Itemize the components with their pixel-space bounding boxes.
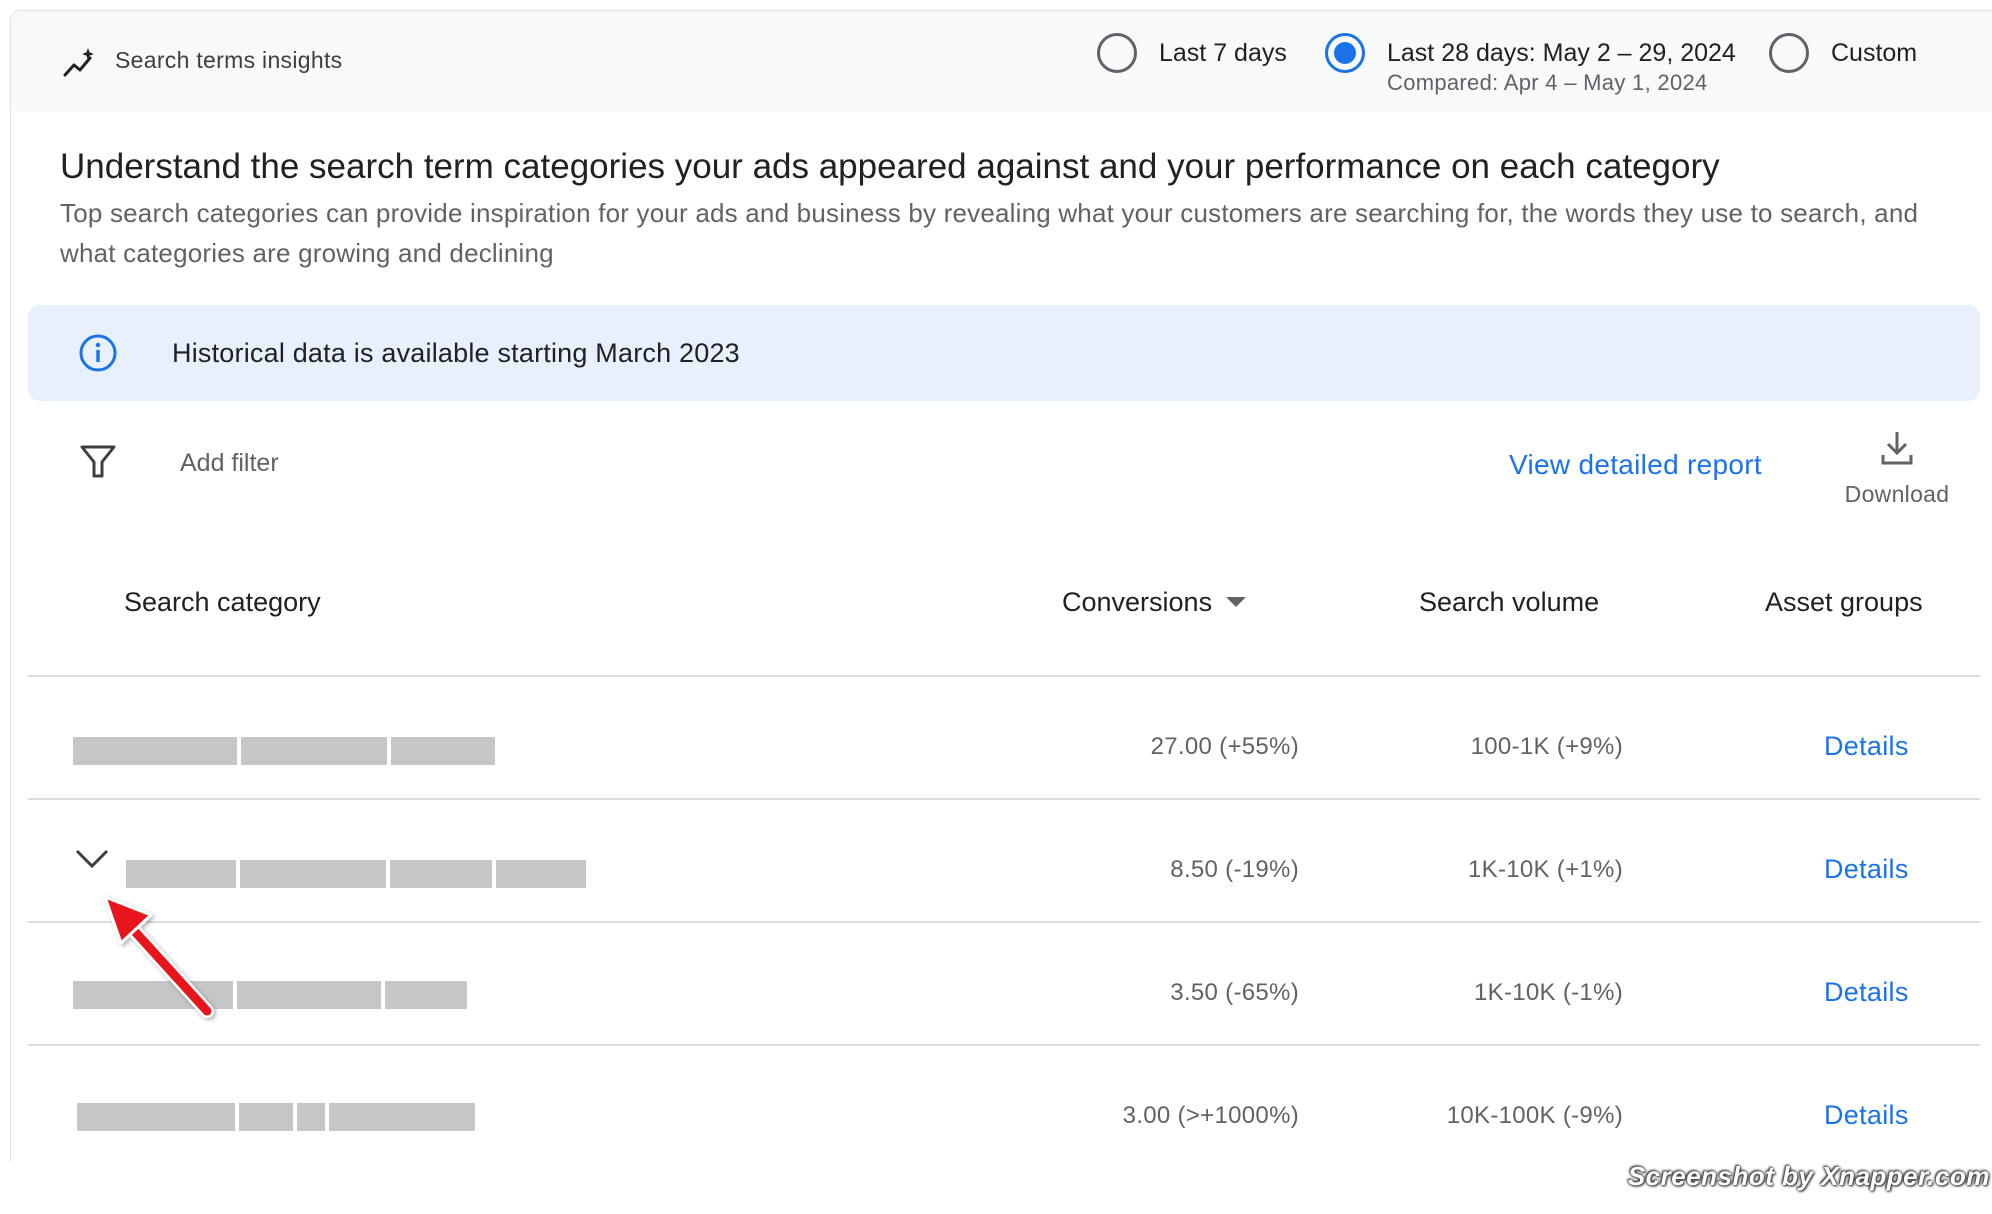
download-label: Download xyxy=(1844,481,1950,507)
radio-label-last-28-days[interactable]: Last 28 days: May 2 – 29, 2024 xyxy=(1387,39,1736,68)
watermark-text: Screenshot by Xnapper.com xyxy=(1627,1161,1990,1191)
download-icon xyxy=(1881,432,1913,465)
redacted-category-text xyxy=(496,860,586,888)
table-row: 3.00 (>+1000%) 10K-100K (-9%) Details xyxy=(28,1046,1980,1162)
column-header-asset-groups: Asset groups xyxy=(1765,587,1923,617)
info-banner: Historical data is available starting Ma… xyxy=(28,305,1980,401)
redacted-category-text xyxy=(240,860,386,888)
download-button[interactable]: Download xyxy=(1827,429,1967,519)
redacted-category-text xyxy=(77,1103,235,1131)
redacted-category-text xyxy=(126,860,236,888)
redacted-category-text xyxy=(391,737,495,765)
search-volume-cell: 1K-10K (+1%) xyxy=(1467,856,1623,883)
filter-icon[interactable] xyxy=(79,443,117,481)
radio-label-custom[interactable]: Custom xyxy=(1831,39,1917,68)
redacted-category-text xyxy=(390,860,492,888)
annotation-arrow-icon xyxy=(103,895,214,1018)
redacted-category-text xyxy=(329,1103,475,1131)
asset-groups-details-link[interactable]: Details xyxy=(1824,731,1909,762)
info-icon xyxy=(79,334,117,372)
redacted-category-text xyxy=(241,737,387,765)
column-header-search-volume: Search volume xyxy=(1419,587,1600,617)
asset-groups-details-link[interactable]: Details xyxy=(1824,1100,1909,1131)
table-row: 27.00 (+55%) 100-1K (+9%) Details xyxy=(28,677,1980,798)
card-header: Search terms insights Last 7 days Last 2… xyxy=(11,11,1992,111)
conversions-cell: 3.50 (-65%) xyxy=(1170,979,1299,1006)
add-filter-button[interactable]: Add filter xyxy=(180,449,279,478)
asset-groups-details-link[interactable]: Details xyxy=(1824,854,1909,885)
redacted-category-text xyxy=(385,981,467,1009)
view-detailed-report-link[interactable]: View detailed report xyxy=(1509,449,1762,481)
column-header-conversions[interactable]: Conversions xyxy=(1062,587,1247,618)
radio-last-28-days[interactable] xyxy=(1325,33,1365,73)
table-row: 8.50 (-19%) 1K-10K (+1%) Details xyxy=(28,800,1980,921)
table-row: 3.50 (-65%) 1K-10K (-1%) Details xyxy=(28,923,1980,1044)
redacted-category-text xyxy=(297,1103,325,1131)
search-volume-cell: 100-1K (+9%) xyxy=(1470,733,1623,760)
redacted-category-text xyxy=(239,1103,293,1131)
conversions-cell: 8.50 (-19%) xyxy=(1170,856,1299,883)
page-heading: Understand the search term categories yo… xyxy=(60,147,1720,186)
page-description: Top search categories can provide inspir… xyxy=(60,198,1919,268)
conversions-cell: 3.00 (>+1000%) xyxy=(1122,1102,1299,1129)
compared-date-range: Compared: Apr 4 – May 1, 2024 xyxy=(1387,70,1708,95)
radio-last-7-days[interactable] xyxy=(1097,33,1137,73)
conversions-cell: 27.00 (+55%) xyxy=(1150,733,1299,760)
redacted-category-text xyxy=(73,737,237,765)
column-header-search-category: Search category xyxy=(124,587,321,617)
search-terms-insights-card: Search terms insights Last 7 days Last 2… xyxy=(10,10,1992,1162)
insights-sparkle-icon xyxy=(63,48,94,77)
sort-descending-icon[interactable] xyxy=(1226,596,1247,607)
radio-label-last-7-days[interactable]: Last 7 days xyxy=(1159,39,1287,68)
redacted-category-text xyxy=(237,981,381,1009)
radio-custom[interactable] xyxy=(1769,33,1809,73)
info-banner-text: Historical data is available starting Ma… xyxy=(172,338,740,368)
asset-groups-details-link[interactable]: Details xyxy=(1824,977,1909,1008)
search-volume-cell: 10K-100K (-9%) xyxy=(1446,1102,1623,1129)
column-header-conversions-label: Conversions xyxy=(1062,587,1213,617)
chevron-down-icon[interactable] xyxy=(74,846,110,872)
search-volume-cell: 1K-10K (-1%) xyxy=(1474,979,1623,1006)
card-title: Search terms insights xyxy=(115,47,343,73)
